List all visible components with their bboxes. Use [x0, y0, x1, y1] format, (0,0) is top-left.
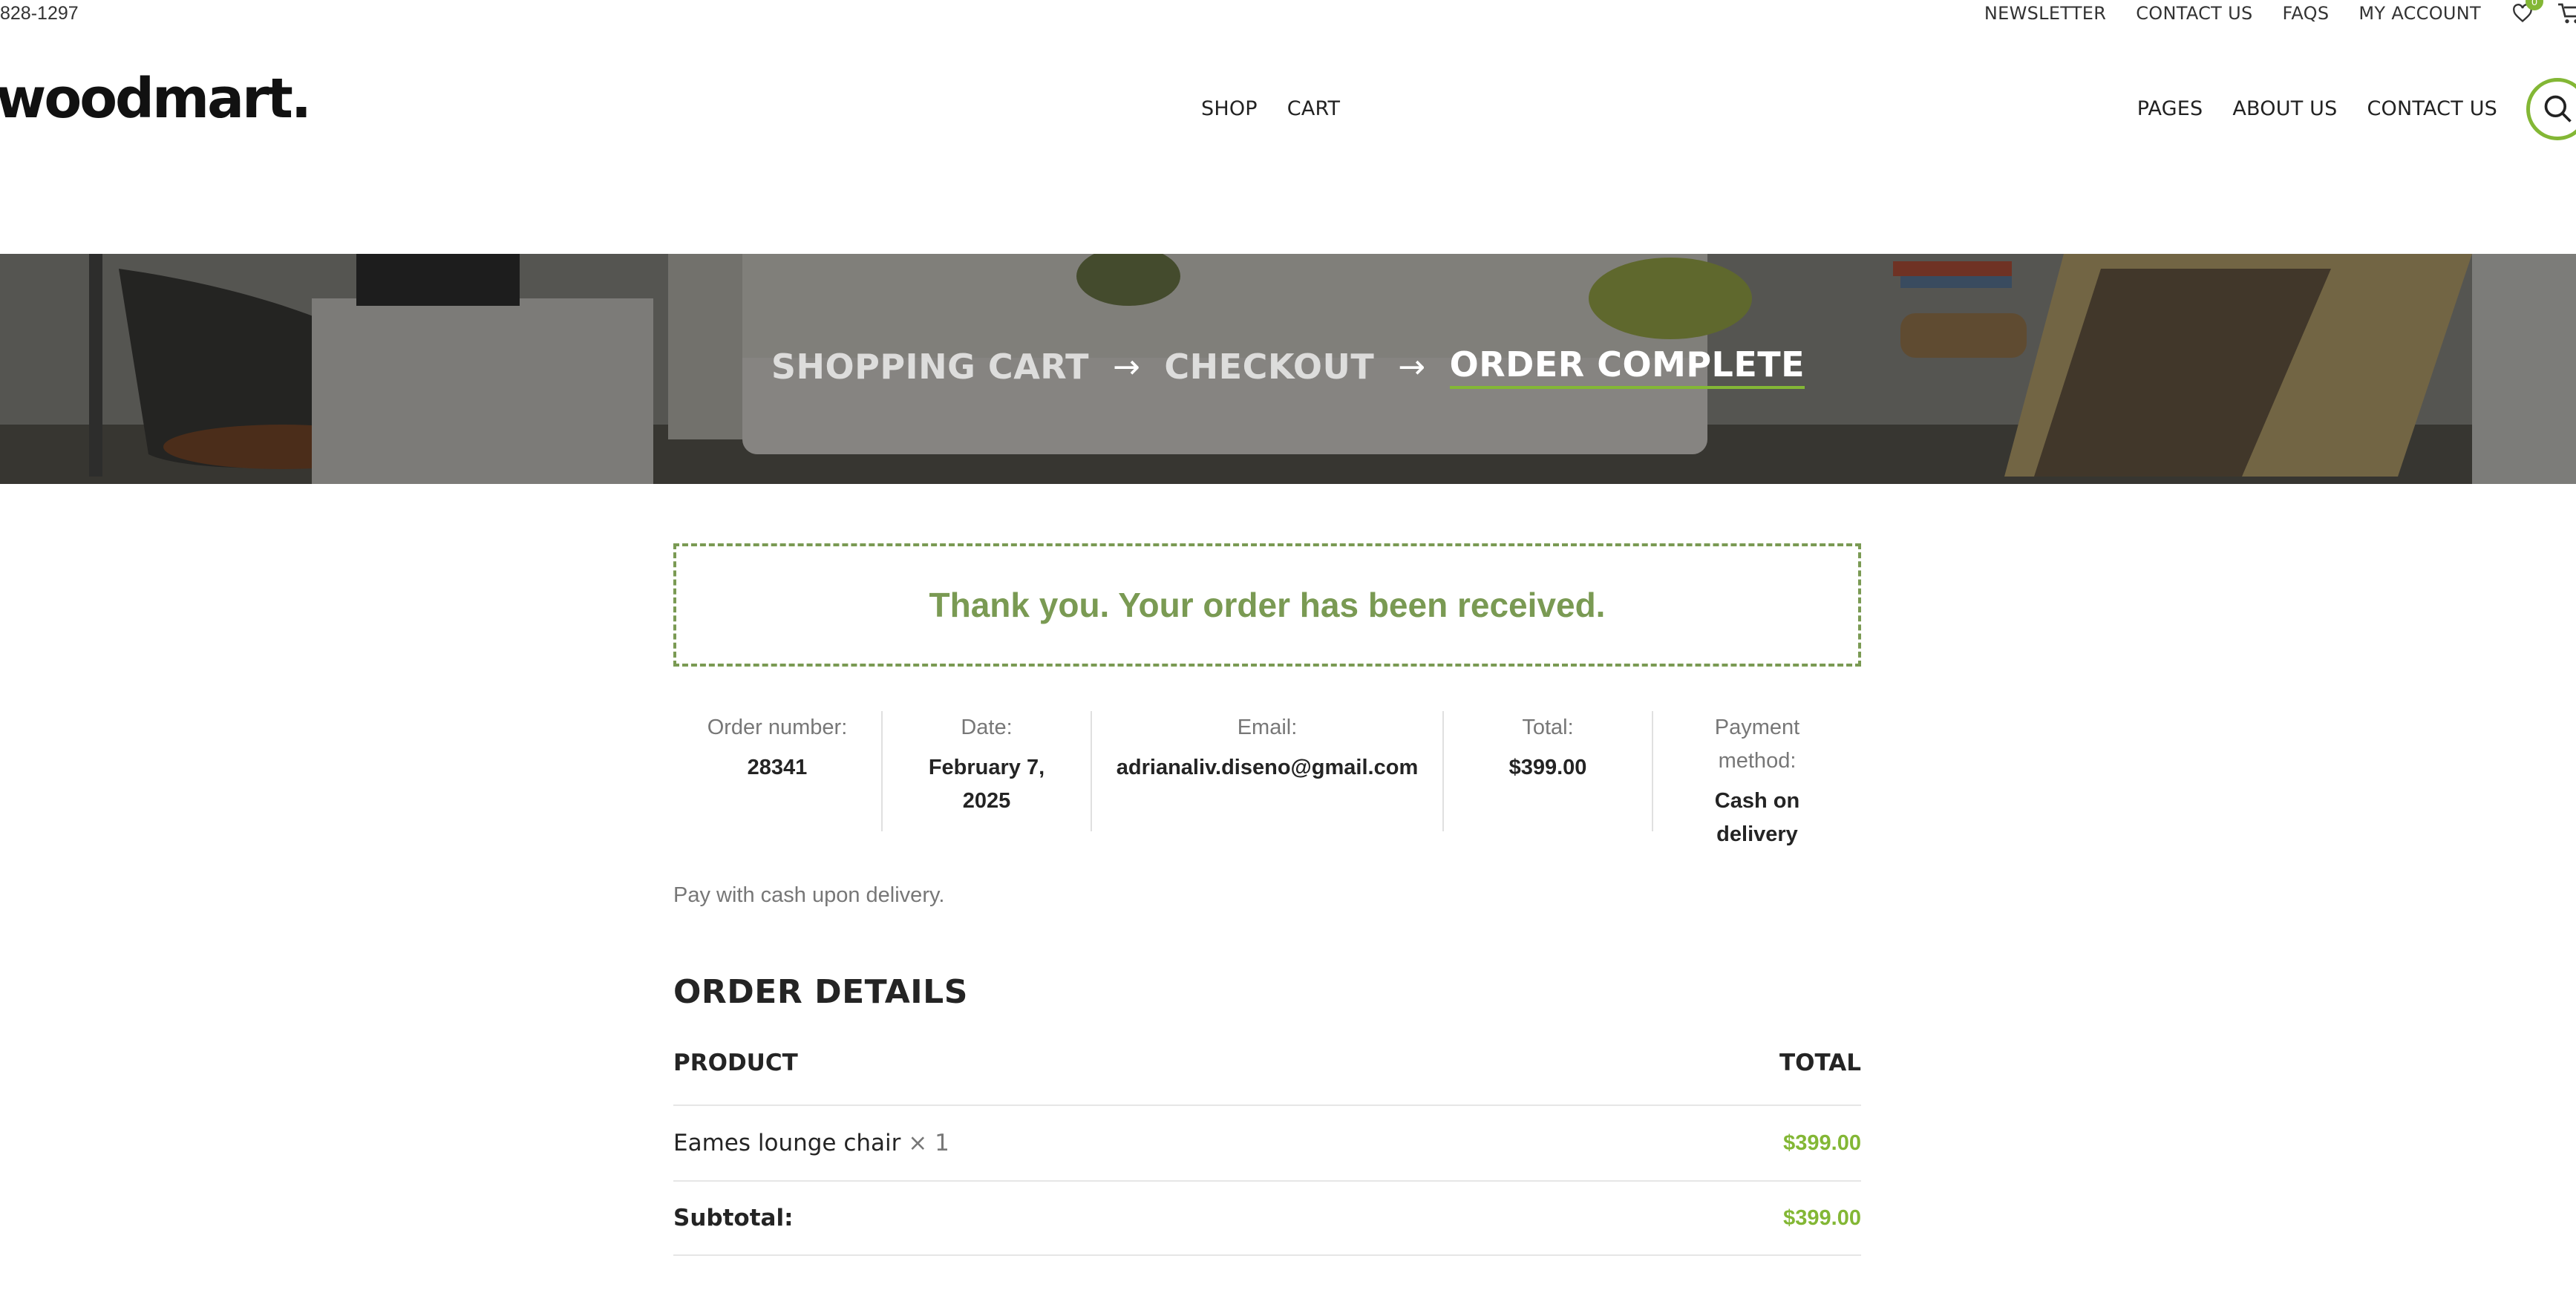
step-order-complete: ORDER COMPLETE [1449, 344, 1805, 389]
column-header-total: TOTAL [1779, 1050, 1861, 1076]
subtotal-label: Subtotal: [673, 1205, 794, 1231]
overview-date: Date: February 7, 2025 [883, 711, 1092, 831]
cart-button[interactable] [2554, 1, 2576, 25]
top-link-my-account[interactable]: MY ACCOUNT [2358, 3, 2481, 24]
nav-shop[interactable]: SHOP [1201, 96, 1258, 122]
column-header-product: PRODUCT [673, 1050, 798, 1076]
overview-label: Total: [1522, 716, 1574, 739]
overview-order-number: Order number: 28341 [673, 711, 883, 831]
table-header-row: PRODUCT TOTAL [673, 1050, 1861, 1106]
overview-label: Order number: [707, 716, 848, 739]
nav-pages[interactable]: PAGES [2137, 96, 2203, 122]
arrow-right-icon: → [1113, 347, 1141, 386]
main-nav-center: SHOP CART [1201, 96, 1340, 122]
overview-payment-method: Payment method: Cash on delivery [1653, 711, 1861, 851]
nav-cart[interactable]: CART [1287, 96, 1340, 122]
step-shopping-cart[interactable]: SHOPPING CART [771, 347, 1089, 387]
top-link-faqs[interactable]: FAQS [2282, 3, 2329, 24]
overview-label: Date: [961, 716, 1013, 739]
nav-about-us[interactable]: ABOUT US [2232, 96, 2337, 122]
overview-total: Total: $399.00 [1444, 711, 1653, 831]
page-title-banner: SHOPPING CART → CHECKOUT → ORDER COMPLET… [0, 254, 2576, 484]
table-row: Eames lounge chair × 1 $399.00 [673, 1106, 1861, 1182]
overview-email: Email: adrianaliv.diseno@gmail.com [1092, 711, 1444, 831]
overview-value: Cash on delivery [1714, 789, 1800, 846]
overview-value: February 7, 2025 [928, 756, 1045, 813]
order-received-content: Thank you. Your order has been received.… [673, 543, 1861, 1256]
subtotal-value: $399.00 [1783, 1205, 1861, 1230]
order-received-notice: Thank you. Your order has been received. [673, 543, 1861, 667]
overview-value: $399.00 [1508, 756, 1587, 779]
order-details-table: PRODUCT TOTAL Eames lounge chair × 1 $39… [673, 1050, 1861, 1256]
product-quantity: × 1 [908, 1130, 949, 1156]
order-details-title: ORDER DETAILS [673, 973, 968, 1011]
main-nav-right: PAGES ABOUT US CONTACT US [2137, 96, 2497, 122]
subtotal-row: Subtotal: $399.00 [673, 1182, 1861, 1256]
wishlist-button[interactable]: 0 [2511, 0, 2543, 25]
search-icon [2544, 95, 2572, 122]
step-checkout[interactable]: CHECKOUT [1164, 347, 1374, 387]
line-total: $399.00 [1783, 1130, 1861, 1155]
product-name-link[interactable]: Eames lounge chair [673, 1130, 900, 1156]
overview-value: 28341 [747, 756, 808, 779]
overview-label: Email: [1237, 716, 1298, 739]
overview-label: Payment method: [1714, 716, 1800, 773]
top-bar: 828-1297 NEWSLETTER CONTACT US FAQS MY A… [0, 0, 2576, 27]
arrow-right-icon: → [1398, 347, 1426, 386]
site-logo[interactable]: woodmart. [0, 71, 312, 126]
top-nav: NEWSLETTER CONTACT US FAQS MY ACCOUNT 0 [1955, 0, 2543, 27]
phone-number: 828-1297 [0, 3, 79, 24]
cart-icon [2558, 3, 2576, 24]
order-overview: Order number: 28341 Date: February 7, 20… [673, 711, 1861, 851]
nav-contact-us[interactable]: CONTACT US [2367, 96, 2497, 122]
top-link-newsletter[interactable]: NEWSLETTER [1984, 3, 2106, 24]
search-button[interactable] [2526, 78, 2576, 140]
overview-value: adrianaliv.diseno@gmail.com [1116, 756, 1419, 779]
checkout-steps: SHOPPING CART → CHECKOUT → ORDER COMPLET… [0, 344, 2576, 389]
top-link-contact-us[interactable]: CONTACT US [2136, 3, 2252, 24]
payment-note: Pay with cash upon delivery. [673, 883, 945, 907]
product-cell: Eames lounge chair × 1 [673, 1130, 949, 1156]
